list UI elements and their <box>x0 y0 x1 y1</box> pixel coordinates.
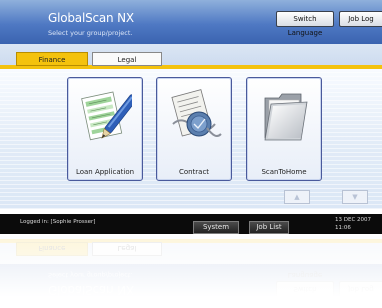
system-status-button[interactable]: System Status <box>193 221 239 234</box>
clock: 13 DEC 2007 11:06 <box>335 216 371 232</box>
scroll-up-button[interactable]: ▲ <box>284 190 310 204</box>
card-contract[interactable]: Contract <box>156 77 232 181</box>
contract-seal-icon <box>167 84 223 152</box>
card-scantohome[interactable]: ScanToHome <box>246 77 322 181</box>
scroll-down-button[interactable]: ▼ <box>342 190 368 204</box>
folder-icon <box>261 88 311 148</box>
switch-language-button[interactable]: Switch Language <box>276 11 334 37</box>
job-log-button[interactable]: Job Log <box>339 11 382 27</box>
tab-legal[interactable]: Legal <box>92 52 162 66</box>
loan-form-pen-icon <box>80 86 138 152</box>
scanner-screen: GlobalScan NX Select your group/project.… <box>0 0 382 234</box>
app-subtitle: Select your group/project. <box>48 29 133 37</box>
clock-date: 13 DEC 2007 <box>335 217 372 223</box>
app-title: GlobalScan NX <box>48 11 134 25</box>
job-list-button[interactable]: Job List <box>249 221 289 234</box>
logged-in-label: Logged in: [Sophie Prosser] <box>20 219 96 225</box>
card-label-contract: Contract <box>178 168 210 176</box>
card-label-loan-application: Loan Application <box>75 168 135 176</box>
card-loan-application[interactable]: Loan Application <box>67 77 143 181</box>
reflection-fade <box>0 236 382 308</box>
tab-finance[interactable]: Finance <box>16 52 88 66</box>
card-label-scantohome: ScanToHome <box>261 168 307 176</box>
clock-time: 11:06 <box>335 225 351 231</box>
